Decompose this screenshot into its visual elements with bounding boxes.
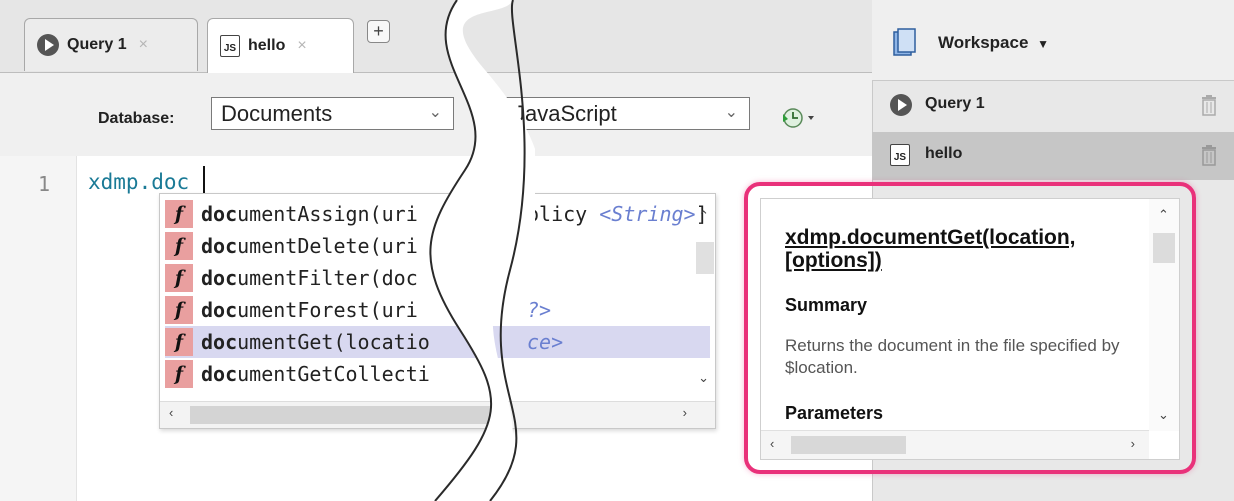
- history-icon[interactable]: [780, 106, 820, 130]
- function-icon: f: [165, 232, 193, 260]
- scroll-right-arrow[interactable]: ›: [1131, 436, 1135, 451]
- scroll-left-arrow[interactable]: ‹: [770, 436, 774, 451]
- autocomplete-item-text: documentForest(uri: [201, 294, 418, 326]
- scroll-up-arrow[interactable]: ⌃: [1158, 207, 1169, 223]
- torn-edge-divider: [429, 0, 535, 501]
- scroll-up-arrow[interactable]: ⌃: [698, 208, 709, 224]
- doc-vertical-scrollbar[interactable]: ⌃ ⌄: [1149, 199, 1179, 431]
- workspace-header: [872, 0, 1234, 81]
- workspace-item-label: Query 1: [925, 95, 985, 112]
- signature-type: <String>: [599, 202, 696, 226]
- autocomplete-item-text: documentFilter(doc: [201, 262, 418, 294]
- autocomplete-match: doc: [201, 266, 238, 290]
- doc-summary-text: Returns the document in the file specifi…: [785, 336, 1120, 377]
- query-icon: [890, 94, 912, 116]
- signature-text: olicy: [527, 202, 600, 226]
- tab-label: Query 1: [67, 36, 127, 53]
- js-file-icon: JS: [890, 144, 910, 166]
- doc-vertical-scroll-thumb[interactable]: [1153, 233, 1175, 263]
- function-icon: f: [165, 200, 193, 228]
- doc-horizontal-scrollbar[interactable]: ‹ ›: [761, 430, 1149, 459]
- text-cursor: [203, 166, 205, 196]
- code-text[interactable]: xdmp.doc: [88, 170, 189, 194]
- autocomplete-item-text: documentAssign(uri: [201, 198, 418, 230]
- tab-hello[interactable]: JS hello ×: [207, 18, 354, 73]
- autocomplete-signature: olicy <String>]: [527, 198, 708, 230]
- function-icon: f: [165, 328, 193, 356]
- autocomplete-rest: umentFilter(doc: [237, 266, 418, 290]
- autocomplete-match: doc: [201, 234, 238, 258]
- workspace-item-label: hello: [925, 145, 963, 162]
- documentation-popup[interactable]: xdmp.documentGet(location, [options]) Su…: [760, 198, 1180, 460]
- autocomplete-rest: umentDelete(uri: [237, 234, 418, 258]
- function-icon: f: [165, 264, 193, 292]
- autocomplete-item-text: documentDelete(uri: [201, 230, 418, 262]
- doc-parameters-heading: Parameters: [785, 403, 884, 423]
- scroll-left-arrow[interactable]: ‹: [169, 405, 173, 420]
- tab-query-1[interactable]: Query 1 ×: [24, 18, 198, 71]
- line-number: 1: [38, 172, 51, 196]
- database-select-value: Documents: [221, 101, 333, 126]
- scroll-down-arrow[interactable]: ⌄: [698, 370, 709, 386]
- doc-horizontal-scroll-thumb[interactable]: [791, 436, 906, 454]
- autocomplete-match: doc: [201, 362, 238, 386]
- autocomplete-match: doc: [201, 298, 238, 322]
- query-icon: [37, 34, 59, 56]
- doc-summary-heading: Summary: [785, 295, 868, 315]
- scroll-down-arrow[interactable]: ⌄: [1158, 407, 1169, 423]
- workspace-book-icon: [893, 28, 916, 56]
- js-file-icon: JS: [220, 35, 240, 57]
- autocomplete-rest: umentForest(uri: [237, 298, 418, 322]
- trash-icon[interactable]: [1200, 144, 1218, 166]
- close-icon[interactable]: ×: [297, 37, 306, 55]
- workspace-item-hello[interactable]: JS hello: [872, 132, 1234, 180]
- workspace-menu[interactable]: Workspace ▼: [938, 33, 1049, 53]
- new-tab-button[interactable]: +: [367, 20, 390, 43]
- workspace-item-query-1[interactable]: Query 1: [872, 82, 1234, 130]
- close-icon[interactable]: ×: [139, 36, 148, 54]
- tab-label: hello: [248, 37, 286, 54]
- line-number-gutter: [0, 156, 77, 501]
- function-icon: f: [165, 296, 193, 324]
- vertical-scroll-thumb[interactable]: [696, 242, 714, 274]
- autocomplete-match: doc: [201, 330, 238, 354]
- scroll-right-arrow[interactable]: ›: [683, 405, 687, 420]
- autocomplete-rest: umentAssign(uri: [237, 202, 418, 226]
- autocomplete-match: doc: [201, 202, 238, 226]
- language-select[interactable]: JavaScript ⌄: [505, 97, 750, 130]
- trash-icon[interactable]: [1200, 94, 1218, 116]
- chevron-down-icon: ▼: [1037, 37, 1050, 51]
- workspace-title: Workspace: [938, 33, 1029, 52]
- function-icon: f: [165, 360, 193, 388]
- chevron-down-icon: ⌄: [724, 104, 738, 121]
- database-label: Database:: [98, 110, 175, 127]
- doc-function-link[interactable]: xdmp.documentGet(location, [options]): [785, 226, 1145, 272]
